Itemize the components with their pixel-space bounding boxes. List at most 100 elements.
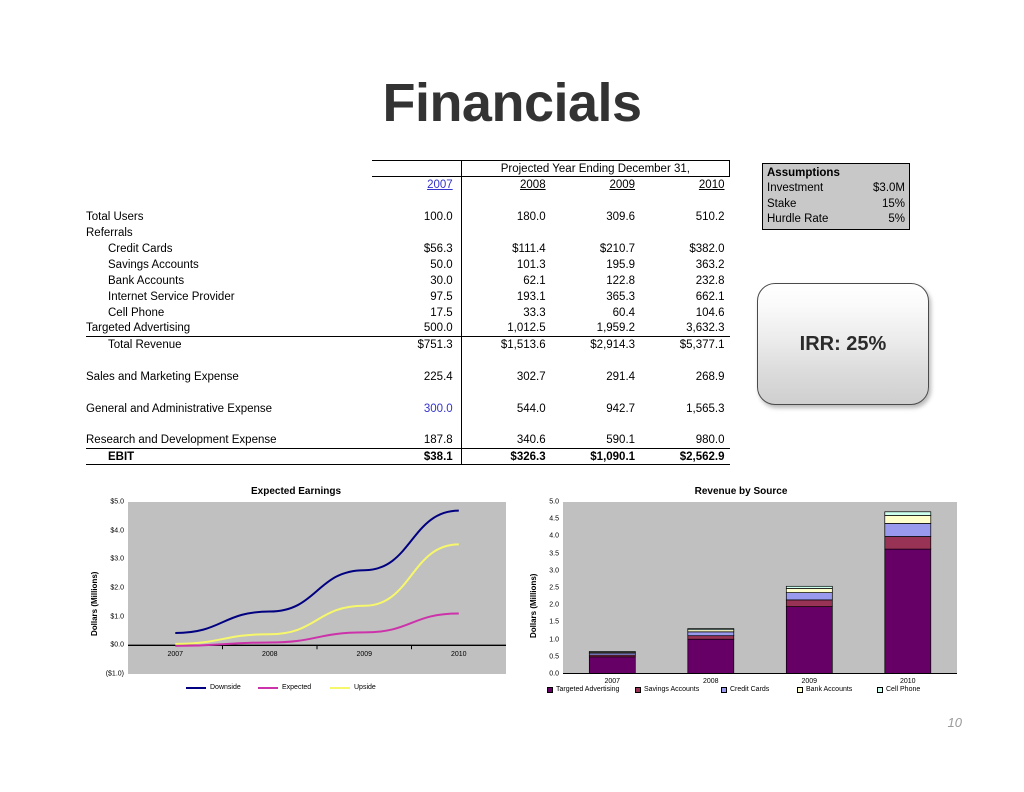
cell-2009: 590.1 bbox=[606, 434, 636, 447]
cell-2009: $2,914.3 bbox=[550, 336, 641, 353]
legend-swatch-line-icon bbox=[186, 686, 206, 689]
cell-2009: 60.4 bbox=[612, 306, 636, 319]
cell-2010: 268.9 bbox=[695, 370, 725, 383]
table-row: General and Administrative Expense 300.0 5… bbox=[86, 400, 730, 417]
legend-label: Expected bbox=[282, 684, 312, 691]
cell-2010: 1,565.3 bbox=[686, 402, 725, 415]
cell-2008: 302.7 bbox=[516, 370, 546, 383]
y-tick-label: $2.0 bbox=[110, 584, 124, 592]
legend-item: Targeted Advertising bbox=[547, 686, 619, 693]
assumptions-box: Assumptions Investment $3.0M Stake 15% H… bbox=[762, 163, 910, 230]
x-tick-label: 2007 bbox=[167, 651, 184, 659]
cell-2008: 340.6 bbox=[516, 434, 546, 447]
cell-2007: 300.0 bbox=[371, 400, 462, 417]
legend-item: Cell Phone bbox=[877, 686, 920, 693]
header-blank-2007 bbox=[371, 160, 462, 177]
legend-swatch-square-icon bbox=[635, 686, 641, 693]
bar-series-group bbox=[563, 511, 957, 674]
x-tick-label: 2010 bbox=[450, 651, 467, 659]
table-spacer-row bbox=[86, 384, 730, 401]
assumptions-title: Assumptions bbox=[767, 166, 840, 179]
row-label: Cell Phone bbox=[108, 306, 165, 319]
y-tick-label: 0.0 bbox=[549, 670, 559, 678]
irr-label: IRR: 25% bbox=[799, 332, 887, 355]
assumption-label: Investment bbox=[767, 182, 824, 195]
cell-2009: 365.3 bbox=[606, 290, 636, 303]
cell-2010: 510.2 bbox=[695, 210, 725, 223]
row-label: Total Users bbox=[86, 210, 144, 223]
assumption-value: 15% bbox=[881, 197, 905, 210]
column-header-2009: 2009 bbox=[609, 178, 636, 191]
cell-2008: 101.3 bbox=[516, 258, 546, 271]
cell-2008: 33.3 bbox=[523, 306, 546, 319]
cell-2008: $111.4 bbox=[512, 242, 546, 255]
legend-label: Targeted Advertising bbox=[556, 686, 620, 693]
x-tick-label: 2008 bbox=[702, 678, 719, 685]
table-row: Credit Cards $56.3 $111.4 $210.7 $382.0 bbox=[86, 240, 730, 257]
legend-swatch-square-icon bbox=[877, 686, 883, 693]
cell-2007: 500.0 bbox=[371, 320, 462, 337]
assumption-row: Investment $3.0M bbox=[763, 181, 909, 197]
page-title: Financials bbox=[382, 73, 642, 133]
x-tick-label: 2008 bbox=[261, 651, 278, 659]
row-label: Bank Accounts bbox=[108, 274, 185, 287]
cell-2007 bbox=[371, 224, 462, 241]
table-row: Sales and Marketing Expense 225.4 302.7 291… bbox=[86, 368, 730, 385]
year-row-spacer bbox=[86, 177, 372, 193]
cell-2008: 193.1 bbox=[516, 290, 546, 303]
legend-swatch-square-icon bbox=[797, 686, 803, 693]
irr-callout: IRR: 25% bbox=[757, 283, 929, 405]
legend-item: Savings Accounts bbox=[635, 686, 699, 693]
cell-2007: 225.4 bbox=[371, 368, 462, 385]
legend-item: Credit Cards bbox=[721, 686, 769, 693]
y-tick-label: $1.0 bbox=[110, 613, 124, 621]
y-tick-label: 3.0 bbox=[549, 567, 559, 575]
table-spacer-row bbox=[86, 416, 730, 433]
column-header-2007: 2007 bbox=[371, 176, 462, 193]
cell-2009: 291.4 bbox=[606, 370, 636, 383]
plot-area-revenue-by-source bbox=[563, 502, 957, 674]
line-series-group bbox=[128, 509, 506, 650]
y-tick-label: 2.5 bbox=[549, 584, 559, 592]
cell-2007: $38.1 bbox=[371, 448, 462, 465]
x-tick-label: 2009 bbox=[801, 678, 818, 685]
y-tick-label: $0.0 bbox=[110, 641, 124, 649]
page-number: 10 bbox=[947, 715, 962, 730]
legend-swatch-square-icon bbox=[547, 686, 553, 693]
cell-2008 bbox=[461, 225, 550, 241]
table-row: Research and Development Expense 187.8 340… bbox=[86, 432, 730, 449]
column-header-2010: 2010 bbox=[698, 178, 725, 191]
cell-2010: 363.2 bbox=[695, 258, 725, 271]
assumption-row: Stake 15% bbox=[763, 196, 909, 212]
legend-label: Bank Accounts bbox=[806, 686, 853, 693]
legend-item: Expected bbox=[258, 684, 311, 691]
legend-swatch-line-icon bbox=[258, 686, 278, 689]
cell-2010: 980.0 bbox=[695, 434, 725, 447]
cell-2007: 30.0 bbox=[371, 272, 462, 289]
legend-swatch-square-icon bbox=[721, 686, 727, 693]
cell-2008: 180.0 bbox=[516, 210, 546, 223]
legend-label: Credit Cards bbox=[730, 686, 770, 693]
cell-2010: 3,632.3 bbox=[686, 322, 725, 335]
assumptions-title-row: Assumptions bbox=[763, 165, 909, 181]
legend-item: Upside bbox=[330, 684, 376, 691]
x-tick-label: 2007 bbox=[604, 678, 621, 685]
table-spacer-row bbox=[86, 352, 730, 369]
cell-2010: 662.1 bbox=[695, 290, 725, 303]
row-label: Referrals bbox=[86, 226, 133, 239]
header-spacer bbox=[86, 161, 372, 177]
row-label: Total Revenue bbox=[86, 336, 372, 353]
cell-2009: 309.6 bbox=[606, 210, 636, 223]
y-tick-label: 0.5 bbox=[549, 653, 559, 661]
y-tick-label: 3.5 bbox=[549, 550, 559, 558]
cell-2008: 62.1 bbox=[523, 274, 546, 287]
y-tick-label: ($1.0) bbox=[105, 670, 124, 678]
legend-item: Downside bbox=[186, 684, 241, 691]
assumption-label: Hurdle Rate bbox=[767, 213, 829, 226]
revenue-by-source-chart: Revenue by Source Dollars (Millions) 5.0… bbox=[525, 486, 957, 693]
y-tick-label: $4.0 bbox=[110, 527, 124, 535]
header-projected-years: Projected Year Ending December 31, bbox=[461, 160, 731, 177]
cell-2007: 97.5 bbox=[371, 288, 462, 305]
assumption-value: $3.0M bbox=[873, 182, 905, 195]
cell-2009: $1,090.1 bbox=[550, 448, 641, 465]
